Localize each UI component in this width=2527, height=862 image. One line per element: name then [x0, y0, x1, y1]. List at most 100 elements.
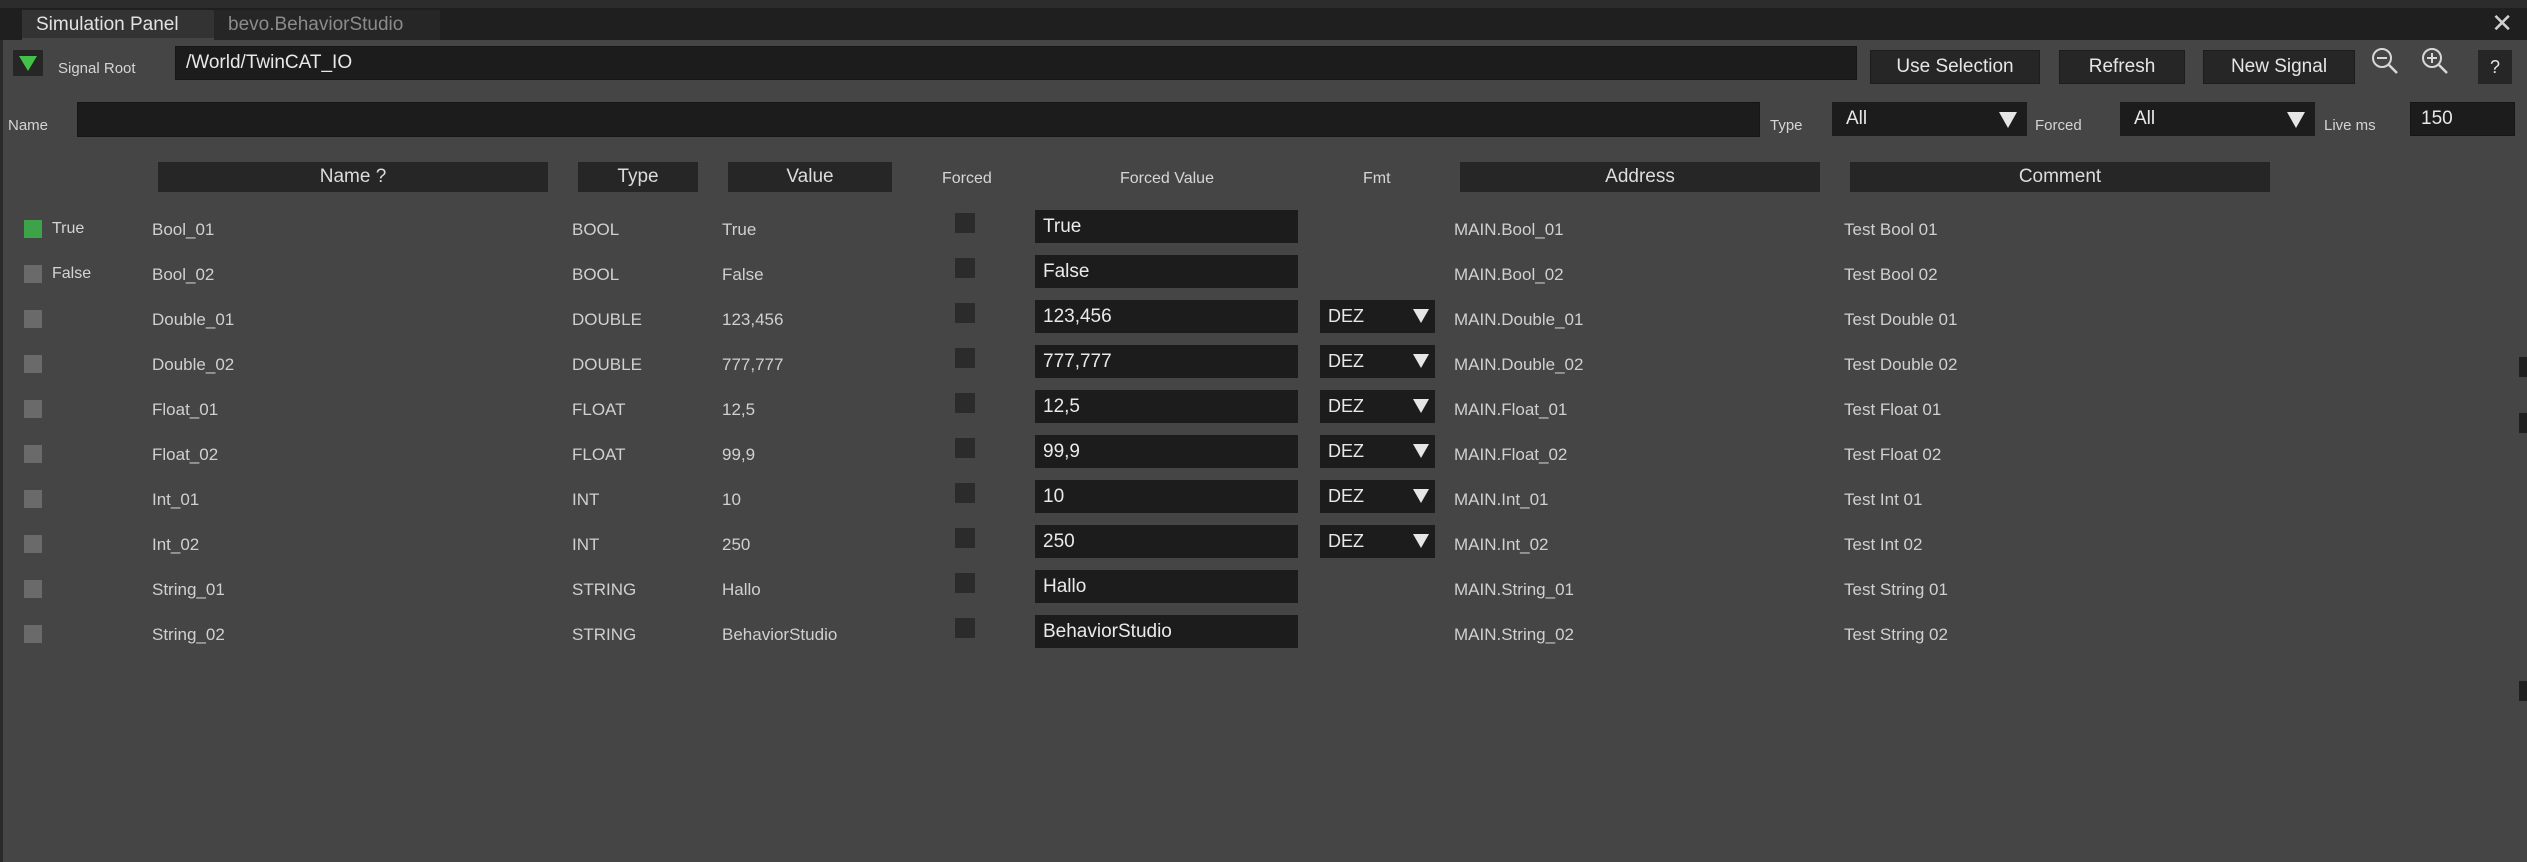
table-row[interactable]: String_02 STRING BehaviorStudio BehaviorStu… [0, 613, 2527, 658]
live-value-checkbox[interactable] [24, 400, 42, 418]
forced-value-input[interactable]: 12,5 [1035, 390, 1298, 423]
live-value-checkbox[interactable] [24, 355, 42, 373]
live-value-checkbox[interactable] [24, 490, 42, 508]
signal-address: MAIN.Double_02 [1454, 355, 1584, 374]
signal-value: 99,9 [722, 445, 756, 464]
forced-checkbox[interactable] [955, 573, 975, 593]
refresh-button[interactable]: Refresh [2059, 50, 2185, 84]
signal-address: MAIN.Int_01 [1454, 490, 1549, 509]
signal-address: MAIN.Double_01 [1454, 310, 1584, 329]
forced-checkbox[interactable] [955, 213, 975, 233]
table-row[interactable]: False Bool_02 BOOL False False MAIN.Bool_02 Te… [0, 253, 2527, 298]
signal-value: 777,777 [722, 355, 784, 374]
table-row[interactable]: Double_01 DOUBLE 123,456 123,456 DEZ MAIN.Dou… [0, 298, 2527, 343]
signal-value: 12,5 [722, 400, 756, 419]
forced-checkbox[interactable] [955, 348, 975, 368]
signal-value: 250 [722, 535, 751, 554]
live-value-checkbox[interactable] [24, 220, 42, 238]
column-header-type[interactable]: Type [578, 162, 698, 192]
table-row[interactable]: Int_01 INT 10 10 DEZ MAIN.Int_01 Test Int 01 [0, 478, 2527, 523]
signal-value: 123,456 [722, 310, 784, 329]
table-row[interactable]: Float_02 FLOAT 99,9 99,9 DEZ MAIN.Float_02 Tes… [0, 433, 2527, 478]
zoom-in-icon[interactable] [2418, 44, 2452, 78]
name-filter-input[interactable] [77, 102, 1760, 137]
signal-type: BOOL [572, 265, 620, 284]
table-row[interactable]: Float_01 FLOAT 12,5 12,5 DEZ MAIN.Float_01 Tes… [0, 388, 2527, 433]
table-row[interactable]: Int_02 INT 250 250 DEZ MAIN.Int_02 Test Int 02 [0, 523, 2527, 568]
forced-value-input[interactable]: False [1035, 255, 1298, 288]
fmt-select[interactable]: DEZ [1320, 435, 1435, 468]
use-selection-button[interactable]: Use Selection [1870, 50, 2040, 84]
signal-comment: Test Int 02 [1844, 535, 1923, 554]
live-value-checkbox[interactable] [24, 310, 42, 328]
forced-checkbox[interactable] [955, 618, 975, 638]
signal-root-label: Signal Root [58, 60, 136, 77]
fmt-value: DEZ [1328, 531, 1364, 551]
forced-value-input[interactable]: 123,456 [1035, 300, 1298, 333]
forced-filter-label: Forced [2035, 117, 2082, 134]
signal-value: BehaviorStudio [722, 625, 838, 644]
fmt-select[interactable]: DEZ [1320, 345, 1435, 378]
live-ms-input[interactable]: 150 [2410, 102, 2515, 136]
zoom-out-icon[interactable] [2368, 44, 2402, 78]
forced-value-input[interactable]: 250 [1035, 525, 1298, 558]
table-row[interactable]: True Bool_01 BOOL True True MAIN.Bool_01 Test … [0, 208, 2527, 253]
forced-checkbox[interactable] [955, 438, 975, 458]
type-filter-select[interactable]: All [1832, 102, 2027, 136]
forced-value-input[interactable]: 99,9 [1035, 435, 1298, 468]
live-value-checkbox[interactable] [24, 265, 42, 283]
column-header-address[interactable]: Address [1460, 162, 1820, 192]
signal-type: FLOAT [572, 400, 626, 419]
triangle-down-icon[interactable] [13, 50, 43, 76]
signal-name: Int_01 [152, 490, 200, 509]
chevron-down-icon [2287, 112, 2305, 128]
signal-value: True [722, 220, 757, 239]
signal-comment: Test Float 02 [1844, 445, 1942, 464]
new-signal-button[interactable]: New Signal [2203, 50, 2355, 84]
column-header-name[interactable]: Name ? [158, 162, 548, 192]
forced-filter-value: All [2134, 108, 2156, 129]
forced-value-input[interactable]: BehaviorStudio [1035, 615, 1298, 648]
fmt-select[interactable]: DEZ [1320, 525, 1435, 558]
help-button[interactable]: ? [2478, 50, 2512, 84]
fmt-value: DEZ [1328, 396, 1364, 416]
signal-address: MAIN.Bool_02 [1454, 265, 1564, 284]
tab-simulation-panel[interactable]: Simulation Panel [22, 10, 214, 40]
fmt-select[interactable]: DEZ [1320, 480, 1435, 513]
forced-checkbox[interactable] [955, 483, 975, 503]
forced-value-input[interactable]: 777,777 [1035, 345, 1298, 378]
forced-checkbox[interactable] [955, 393, 975, 413]
table-row[interactable]: Double_02 DOUBLE 777,777 777,777 DEZ MAIN.Dou… [0, 343, 2527, 388]
live-value-label: False [52, 265, 92, 282]
live-value-checkbox[interactable] [24, 580, 42, 598]
live-value-checkbox[interactable] [24, 535, 42, 553]
column-header-fmt: Fmt [1363, 170, 1391, 187]
forced-checkbox[interactable] [955, 303, 975, 323]
fmt-value: DEZ [1328, 351, 1364, 371]
signal-address: MAIN.Bool_01 [1454, 220, 1564, 239]
signal-value: False [722, 265, 764, 284]
forced-value-input[interactable]: 10 [1035, 480, 1298, 513]
forced-value-input[interactable]: True [1035, 210, 1298, 243]
forced-value-input[interactable]: Hallo [1035, 570, 1298, 603]
signal-root-input[interactable]: /World/TwinCAT_IO [175, 46, 1857, 80]
signal-type: STRING [572, 625, 637, 644]
signal-comment: Test String 01 [1844, 580, 1948, 599]
forced-filter-select[interactable]: All [2120, 102, 2315, 136]
signal-comment: Test Double 02 [1844, 355, 1958, 374]
signal-name: Int_02 [152, 535, 200, 554]
close-icon[interactable]: ✕ [2491, 8, 2513, 38]
column-header-comment[interactable]: Comment [1850, 162, 2270, 192]
type-filter-label: Type [1770, 117, 1803, 134]
live-value-checkbox[interactable] [24, 625, 42, 643]
name-filter-label: Name [8, 117, 49, 134]
live-value-checkbox[interactable] [24, 445, 42, 463]
fmt-select[interactable]: DEZ [1320, 390, 1435, 423]
tab-behavior-studio[interactable]: bevo.BehaviorStudio [214, 10, 440, 40]
forced-checkbox[interactable] [955, 528, 975, 548]
fmt-select[interactable]: DEZ [1320, 300, 1435, 333]
forced-checkbox[interactable] [955, 258, 975, 278]
signal-value: Hallo [722, 580, 761, 599]
column-header-value[interactable]: Value [728, 162, 892, 192]
table-row[interactable]: String_01 STRING Hallo Hallo MAIN.String_01 T… [0, 568, 2527, 613]
